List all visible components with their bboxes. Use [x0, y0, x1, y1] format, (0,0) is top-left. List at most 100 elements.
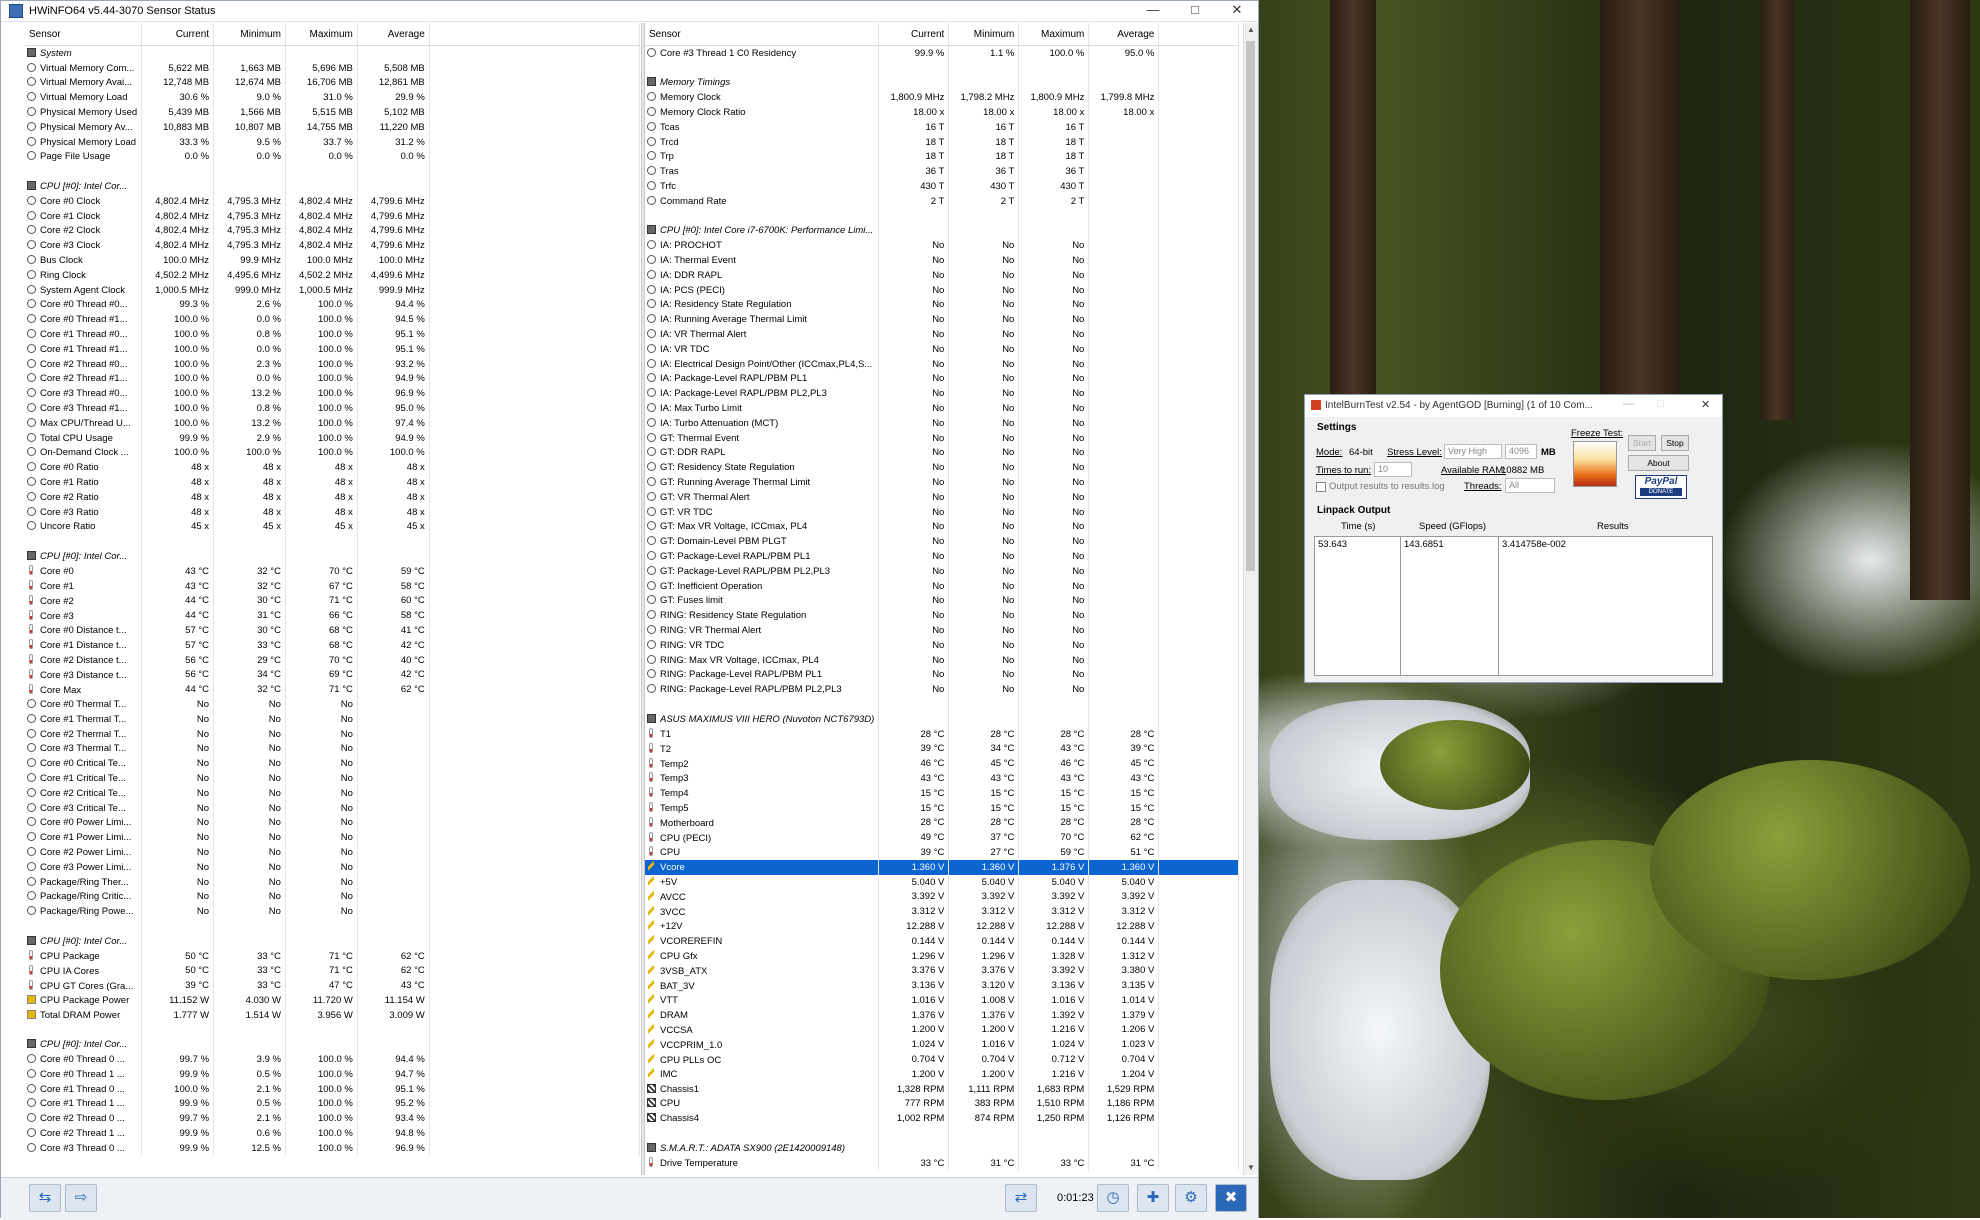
sensor-row[interactable]: CPU PLLs OC 0.704 V 0.704 V 0.712 V 0.704 V [645, 1052, 1240, 1067]
sensor-row[interactable]: Core #1 Thermal T... No No No [25, 711, 640, 727]
sensor-row[interactable]: Drive Temperature 33 °C 31 °C 33 °C 31 °C [645, 1155, 1240, 1171]
scroll-thumb[interactable] [1246, 41, 1255, 571]
sensor-group-row[interactable]: Memory Timings [645, 75, 1240, 91]
column-current[interactable]: Current [878, 23, 950, 46]
minimize-icon[interactable]: — [1132, 1, 1174, 21]
sensor-row[interactable]: Core #2 Thread 0 ... 99.7 % 2.1 % 100.0 % 93… [25, 1111, 640, 1127]
sensor-row[interactable]: Core #0 Ratio 48 x 48 x 48 x 48 x [25, 460, 640, 476]
sensor-row[interactable]: T2 39 °C 34 °C 43 °C 39 °C [645, 741, 1240, 757]
sensor-row[interactable]: Core #1 Clock 4,802.4 MHz 4,795.3 MHz 4,802… [25, 208, 640, 224]
sensor-row[interactable]: RING: Max VR Voltage, ICCmax, PL4 No No No [645, 652, 1240, 668]
sensor-row[interactable]: DRAM 1.376 V 1.376 V 1.392 V 1.379 V [645, 1007, 1240, 1023]
sensor-row[interactable]: Package/Ring Critic... No No No [25, 889, 640, 905]
memory-input[interactable]: 4096 [1505, 444, 1537, 459]
network-icon[interactable]: ⇄ [1005, 1184, 1037, 1212]
column-minimum[interactable]: Minimum [948, 23, 1020, 46]
sensor-row[interactable]: Core #1 43 °C 32 °C 67 °C 58 °C [25, 578, 640, 594]
gear-icon[interactable]: ⚙ [1175, 1184, 1207, 1212]
sensor-row[interactable]: Core #3 Ratio 48 x 48 x 48 x 48 x [25, 504, 640, 520]
sensor-row[interactable]: Core #3 Distance t... 56 °C 34 °C 69 °C 42 °… [25, 667, 640, 683]
scroll-up-icon[interactable]: ▲ [1244, 23, 1258, 37]
sensor-row[interactable]: +12V 12.288 V 12.288 V 12.288 V 12.288 V [645, 919, 1240, 934]
threads-select[interactable]: All [1505, 478, 1555, 493]
column-current[interactable]: Current [141, 23, 215, 46]
sensor-row[interactable]: Core #0 Critical Te... No No No [25, 756, 640, 772]
sensor-row[interactable]: Core #3 Thermal T... No No No [25, 741, 640, 757]
sensor-row[interactable]: RING: Package-Level RAPL/PBM PL2,PL3 No No… [645, 682, 1240, 698]
sensor-row[interactable]: GT: VR Thermal Alert No No No [645, 489, 1240, 505]
sensor-row[interactable]: Core #1 Ratio 48 x 48 x 48 x 48 x [25, 475, 640, 490]
clock-icon[interactable]: ◷ [1097, 1184, 1129, 1212]
sensor-row[interactable]: RING: Residency State Regulation No No No [645, 608, 1240, 624]
sensor-row[interactable]: Core #0 Thread 0 ... 99.7 % 3.9 % 100.0 % 94… [25, 1052, 640, 1067]
sensor-row[interactable]: GT: DDR RAPL No No No [645, 445, 1240, 461]
sensor-row[interactable]: GT: Residency State Regulation No No No [645, 460, 1240, 476]
sensor-row[interactable]: Core #3 Thread #1... 100.0 % 0.8 % 100.0 % 9… [25, 401, 640, 416]
sensor-row[interactable]: Memory Clock 1,800.9 MHz 1,798.2 MHz 1,800.… [645, 90, 1240, 106]
sensor-row[interactable]: Trp 18 T 18 T 18 T [645, 149, 1240, 165]
sensor-row[interactable]: RING: Package-Level RAPL/PBM PL1 No No No [645, 667, 1240, 683]
sensor-row[interactable]: GT: Fuses limit No No No [645, 593, 1240, 609]
report-add-icon[interactable]: ✚ [1137, 1184, 1169, 1212]
sensor-row[interactable]: Core #3 Thread #0... 100.0 % 13.2 % 100.0 %… [25, 386, 640, 402]
stress-level-select[interactable]: Very High [1444, 444, 1502, 459]
sensor-row[interactable]: Total DRAM Power 1.777 W 1.514 W 3.956 W 3.0… [25, 1007, 640, 1023]
sensor-row[interactable]: IA: Package-Level RAPL/PBM PL2,PL3 No No No [645, 386, 1240, 402]
sensor-row[interactable]: IA: Electrical Design Point/Other (ICCma… [645, 356, 1240, 372]
sensor-row[interactable]: Package/Ring Ther... No No No [25, 874, 640, 890]
close-icon[interactable]: ✖ [1215, 1184, 1247, 1212]
sensor-row[interactable]: Temp3 43 °C 43 °C 43 °C 43 °C [645, 771, 1240, 786]
sensor-row[interactable]: IA: Max Turbo Limit No No No [645, 401, 1240, 416]
sensor-row[interactable]: CPU Package Power 11.152 W 4.030 W 11.720 W… [25, 993, 640, 1008]
sensor-group-row[interactable]: CPU [#0]: Intel Cor... [25, 1037, 640, 1053]
sensor-row[interactable]: Temp2 46 °C 45 °C 46 °C 45 °C [645, 756, 1240, 772]
arrows-left-right-icon[interactable]: ⇆ [29, 1184, 61, 1212]
sensor-row[interactable]: Physical Memory Used 5,439 MB 1,566 MB 5,51… [25, 105, 640, 120]
sensor-pane-right[interactable]: Sensor Current Minimum Maximum Average C… [645, 23, 1257, 1175]
sensor-row[interactable]: Core #3 44 °C 31 °C 66 °C 58 °C [25, 608, 640, 624]
sensor-group-row[interactable]: CPU [#0]: Intel Core i7-6700K: Performan… [645, 223, 1240, 239]
sensor-row[interactable]: IA: Package-Level RAPL/PBM PL1 No No No [645, 371, 1240, 387]
sensor-row[interactable]: Core #2 Ratio 48 x 48 x 48 x 48 x [25, 489, 640, 505]
sensor-row[interactable]: GT: Running Average Thermal Limit No No No [645, 475, 1240, 490]
sensor-row[interactable]: GT: Domain-Level PBM PLGT No No No [645, 534, 1240, 550]
sensor-row[interactable]: Physical Memory Load 33.3 % 9.5 % 33.7 % 31.… [25, 134, 640, 150]
sensor-row[interactable]: Core #0 43 °C 32 °C 70 °C 59 °C [25, 563, 640, 579]
sensor-row[interactable]: Core #1 Thread #0... 100.0 % 0.8 % 100.0 % 9… [25, 327, 640, 342]
sensor-row[interactable]: IA: VR Thermal Alert No No No [645, 327, 1240, 342]
sensor-row[interactable]: Vcore 1.360 V 1.360 V 1.376 V 1.360 V [645, 859, 1240, 875]
start-button[interactable]: Start [1628, 435, 1656, 451]
sensor-row[interactable]: Core #2 Clock 4,802.4 MHz 4,795.3 MHz 4,802… [25, 223, 640, 239]
sensor-row[interactable]: Core #2 Power Limi... No No No [25, 845, 640, 860]
sensor-row[interactable]: T1 28 °C 28 °C 28 °C 28 °C [645, 726, 1240, 742]
sensor-row[interactable]: Chassis4 1,002 RPM 874 RPM 1,250 RPM 1,126 R… [645, 1111, 1240, 1127]
about-button[interactable]: About [1628, 455, 1689, 471]
sensor-row[interactable]: Memory Clock Ratio 18.00 x 18.00 x 18.00 x1… [645, 105, 1240, 120]
column-maximum[interactable]: Maximum [1018, 23, 1090, 46]
title-bar[interactable]: IntelBurnTest v2.54 - by AgentGOD [Burni… [1305, 395, 1722, 417]
column-sensor[interactable]: Sensor [25, 23, 143, 46]
linpack-output-table[interactable]: 53.643 143.6851 3.414758e-002 [1314, 536, 1713, 676]
sensor-row[interactable]: Core #3 Thread 0 ... 99.9 % 12.5 % 100.0 % 9… [25, 1140, 640, 1156]
flame-icon[interactable] [1573, 441, 1617, 487]
sensor-row[interactable]: +5V 5.040 V 5.040 V 5.040 V 5.040 V [645, 874, 1240, 890]
sensor-row[interactable]: IA: Turbo Attenuation (MCT) No No No [645, 415, 1240, 431]
sensor-row[interactable]: CPU GT Cores (Gra... 39 °C 33 °C 47 °C 43 °C [25, 978, 640, 993]
sensor-row[interactable]: Core #0 Thermal T... No No No [25, 697, 640, 712]
sensor-row[interactable]: Core #2 Thread #1... 100.0 % 0.0 % 100.0 % 9… [25, 371, 640, 387]
column-maximum[interactable]: Maximum [285, 23, 358, 46]
sensor-row[interactable]: Temp4 15 °C 15 °C 15 °C 15 °C [645, 785, 1240, 801]
paypal-donate-button[interactable]: PayPal DONATE [1635, 475, 1687, 499]
sensor-row[interactable]: Core #0 Distance t... 57 °C 30 °C 68 °C 41 °… [25, 623, 640, 638]
sensor-row[interactable]: Trcd 18 T 18 T 18 T [645, 134, 1240, 150]
sensor-row[interactable]: GT: Inefficient Operation No No No [645, 578, 1240, 594]
close-icon[interactable]: ✕ [1701, 398, 1710, 411]
sensor-row[interactable]: IA: VR TDC No No No [645, 341, 1240, 357]
collapse-arrows-icon[interactable]: ⇨ [65, 1184, 97, 1212]
sensor-row[interactable]: GT: VR TDC No No No [645, 504, 1240, 520]
sensor-row[interactable]: Core #2 Thread 1 ... 99.9 % 0.6 % 100.0 % 94… [25, 1126, 640, 1141]
sensor-row[interactable]: Core #2 Thermal T... No No No [25, 726, 640, 742]
sensor-row[interactable]: 3VSB_ATX 3.376 V 3.376 V 3.392 V 3.380 V [645, 963, 1240, 979]
sensor-row[interactable]: Core #0 Thread 1 ... 99.9 % 0.5 % 100.0 % 94… [25, 1066, 640, 1082]
sensor-row[interactable]: AVCC 3.392 V 3.392 V 3.392 V 3.392 V [645, 889, 1240, 905]
